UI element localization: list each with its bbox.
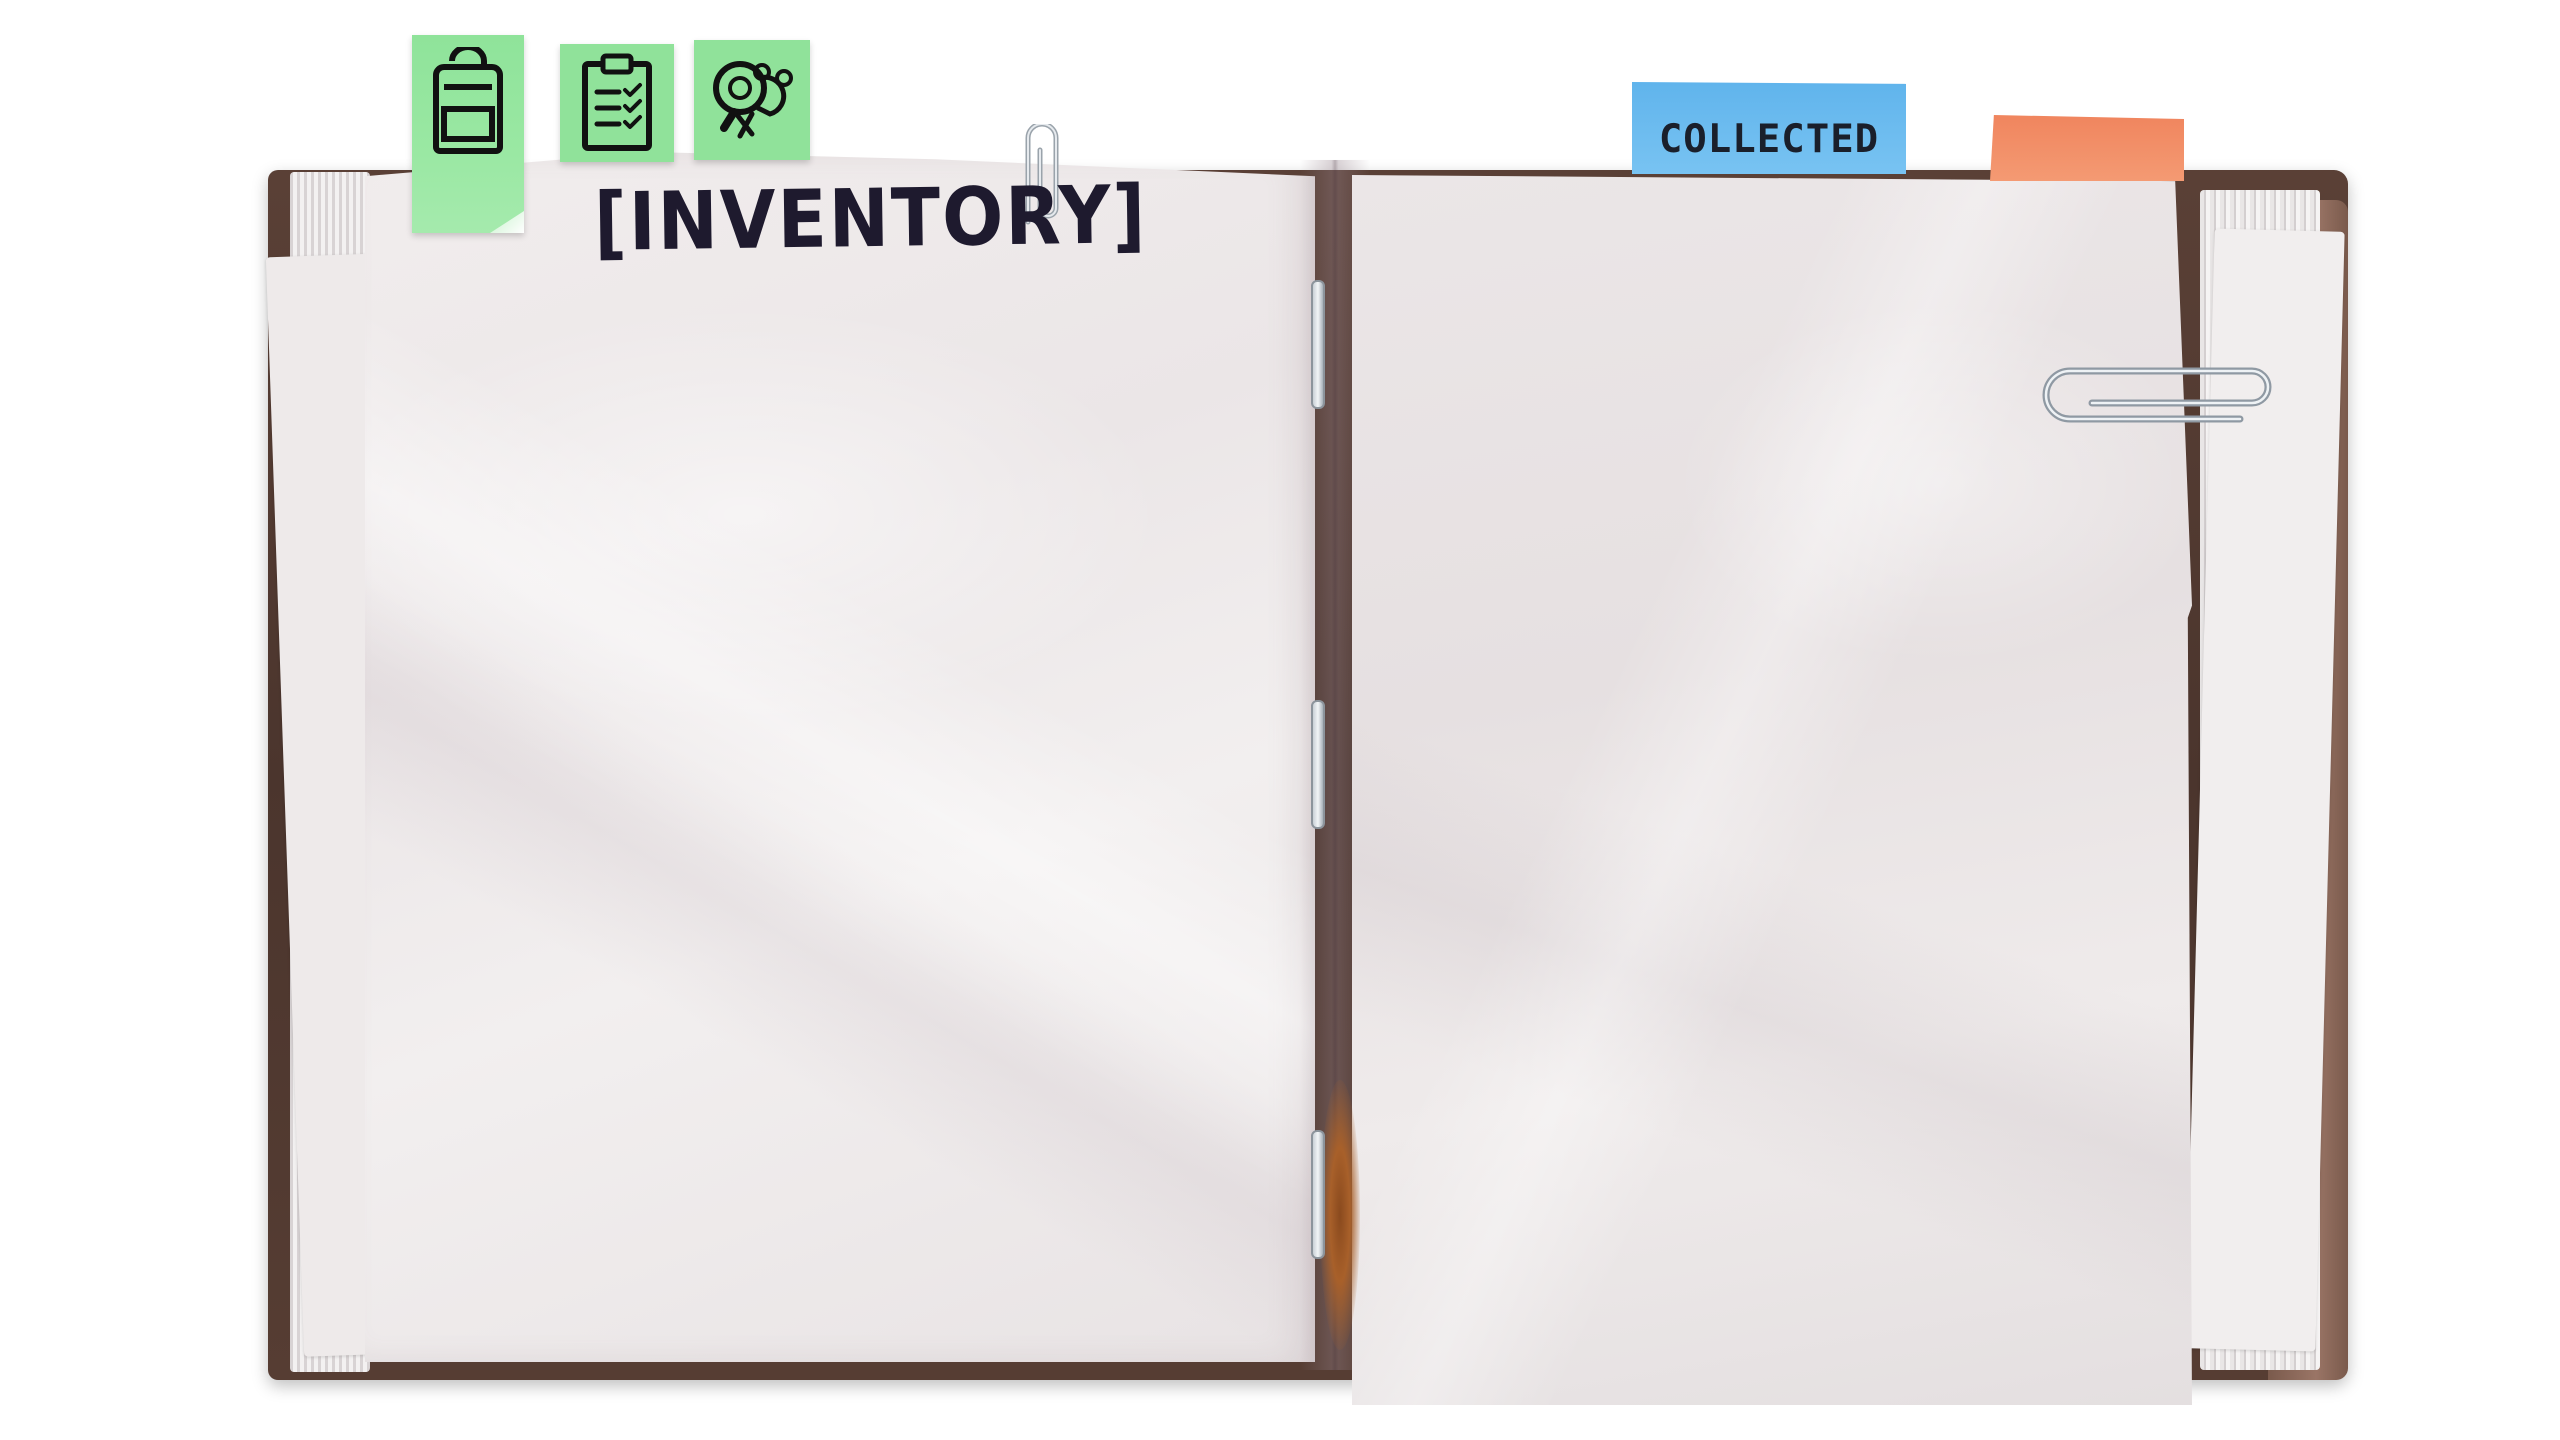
title-close-bracket: ] bbox=[1111, 167, 1148, 262]
left-page bbox=[365, 152, 1315, 1362]
tab-collected-label: COLLECTED bbox=[1658, 116, 1880, 162]
backpack-icon bbox=[424, 47, 512, 157]
tab-collected[interactable]: COLLECTED bbox=[1632, 82, 1906, 174]
page-title: [ INVENTORY ] bbox=[593, 164, 1148, 272]
tab-objectives[interactable] bbox=[560, 44, 674, 162]
binder-ring-bottom bbox=[1311, 1130, 1325, 1259]
tab-collectibles[interactable] bbox=[694, 40, 810, 160]
magnifier-teddy-bear-icon bbox=[702, 48, 802, 148]
title-text: INVENTORY bbox=[628, 168, 1114, 268]
tab-inventory[interactable] bbox=[412, 35, 524, 233]
clipboard-checklist-icon bbox=[575, 52, 659, 152]
burn-stain bbox=[1320, 1080, 1360, 1350]
paperclip-page-icon bbox=[2040, 345, 2280, 439]
journal-screen: [ INVENTORY ] COLLECTED bbox=[0, 0, 2560, 1440]
binder-ring-middle bbox=[1311, 700, 1325, 829]
title-open-bracket: [ bbox=[593, 174, 630, 269]
binder-ring-top bbox=[1311, 280, 1325, 409]
tab-orange-bookmark[interactable] bbox=[1990, 115, 2184, 181]
